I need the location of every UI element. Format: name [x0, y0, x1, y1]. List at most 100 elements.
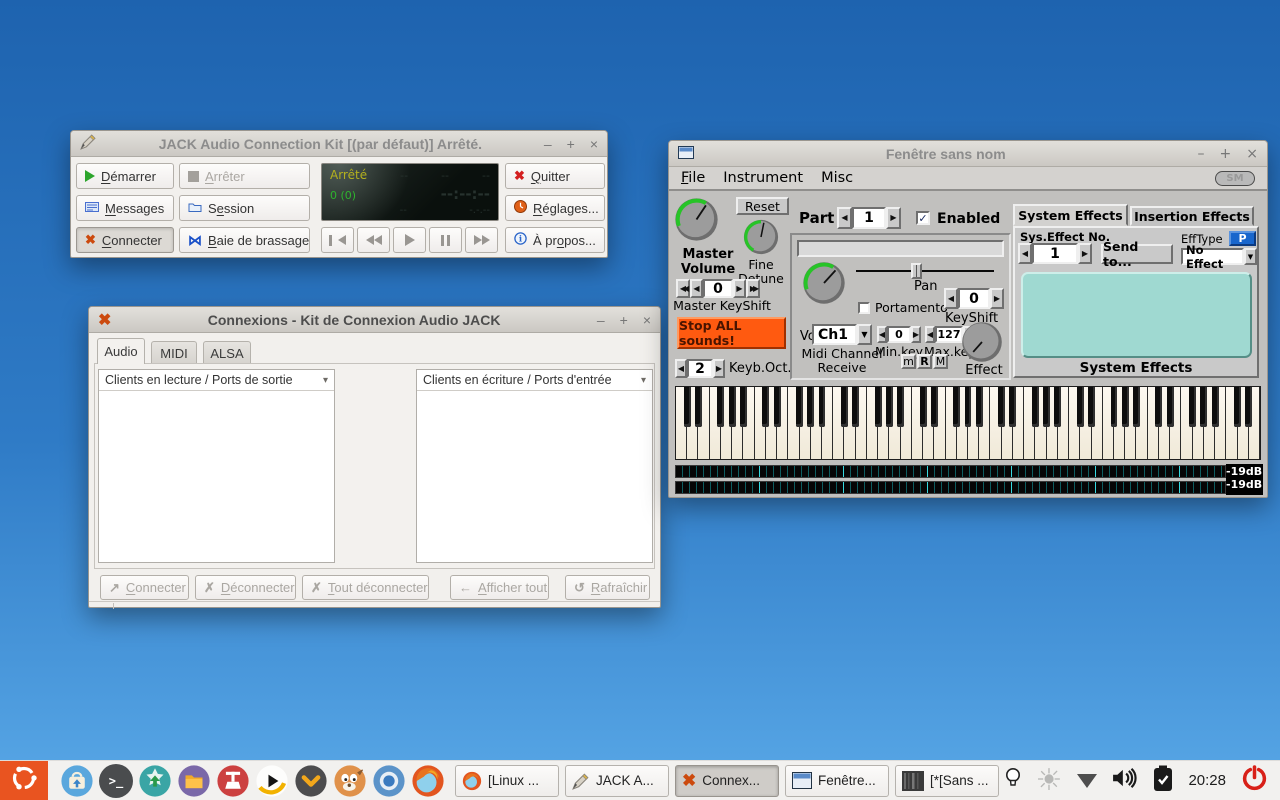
spin-left-button[interactable]: ◀ — [877, 326, 887, 343]
connect-button[interactable]: ✖ Connecter — [76, 227, 174, 253]
connect-ports-button[interactable]: ↗ Connecter — [100, 575, 189, 600]
transport-rewind-start-button[interactable] — [321, 227, 354, 253]
tab-alsa[interactable]: ALSA — [203, 341, 251, 364]
volume-icon[interactable] — [1112, 768, 1138, 793]
power-icon[interactable] — [1241, 765, 1268, 797]
maximize-button[interactable]: + — [1220, 147, 1232, 161]
tab-insertion-effects[interactable]: Insertion Effects — [1130, 206, 1254, 226]
patchbay-button[interactable]: ⋈ Baie de brassage — [179, 227, 310, 253]
effect-type-combo[interactable]: No Effect ▼ — [1181, 248, 1257, 265]
writable-clients-combo[interactable]: Clients en écriture / Ports d'entrée ▾ — [417, 370, 652, 391]
minimize-button[interactable]: – — [597, 313, 605, 327]
network-wifi-icon[interactable] — [1077, 774, 1097, 788]
keyboard-octave-value[interactable]: 2 — [687, 359, 713, 378]
chromium-launcher[interactable] — [372, 764, 406, 798]
writable-clients-list[interactable] — [417, 391, 652, 562]
max-key-set-button[interactable]: M — [933, 354, 948, 369]
readable-clients-combo[interactable]: Clients en lecture / Ports de sortie ▾ — [99, 370, 334, 391]
piano-black-key[interactable] — [931, 387, 938, 427]
spin-left-button[interactable]: ◀ — [1018, 243, 1032, 264]
midi-channel-combo[interactable]: Ch1 ▼ — [812, 324, 872, 345]
sys-effect-no-value[interactable]: 1 — [1032, 243, 1078, 264]
connections-titlebar[interactable]: ✖ Connexions - Kit de Connexion Audio JA… — [89, 307, 660, 333]
spin-right-button[interactable]: ▶ — [733, 279, 746, 298]
piano-black-key[interactable] — [819, 387, 826, 427]
piano-black-key[interactable] — [796, 387, 803, 427]
minimize-button[interactable]: – — [1198, 147, 1205, 161]
piano-black-key[interactable] — [1155, 387, 1162, 427]
piano-black-key[interactable] — [1133, 387, 1140, 427]
piano-black-key[interactable] — [1234, 387, 1241, 427]
quit-button[interactable]: ✖ Quitter — [505, 163, 605, 189]
close-button[interactable]: × — [1246, 147, 1258, 161]
piano-black-key[interactable] — [740, 387, 747, 427]
instrument-name-field[interactable] — [797, 240, 1004, 257]
tab-audio[interactable]: Audio — [97, 338, 145, 364]
piano-black-key[interactable] — [998, 387, 1005, 427]
spin-left-button[interactable]: ◀ — [925, 326, 935, 343]
min-key-set-button[interactable]: m — [901, 354, 916, 369]
piano-black-key[interactable] — [1032, 387, 1039, 427]
close-button[interactable]: × — [643, 313, 651, 327]
disconnect-ports-button[interactable]: ✗ Déconnecter — [195, 575, 296, 600]
spin-right-button[interactable]: ▶ — [990, 288, 1004, 309]
taskbar-window-connections[interactable]: ✖ Connex... — [675, 765, 779, 797]
readable-clients-list[interactable] — [99, 391, 334, 562]
taskbar-window-firefox[interactable]: [Linux ... — [455, 765, 559, 797]
min-key-value[interactable]: 0 — [887, 326, 911, 343]
piano-black-key[interactable] — [1167, 387, 1174, 427]
maximize-button[interactable]: + — [567, 137, 575, 151]
tab-midi[interactable]: MIDI — [151, 341, 197, 364]
clock[interactable]: 20:28 — [1188, 772, 1226, 789]
piano-black-key[interactable] — [886, 387, 893, 427]
spin-left-button[interactable]: ◀ — [837, 207, 852, 229]
piano-black-key[interactable] — [684, 387, 691, 427]
lightbulb-icon[interactable] — [1005, 765, 1021, 796]
piano-black-key[interactable] — [762, 387, 769, 427]
master-volume-knob[interactable] — [673, 196, 720, 247]
piano-black-key[interactable] — [1009, 387, 1016, 427]
part-keyshift-value[interactable]: 0 — [958, 288, 990, 309]
part-enabled-checkbox[interactable]: ✓ — [916, 211, 930, 225]
piano-black-key[interactable] — [729, 387, 736, 427]
piano-black-key[interactable] — [717, 387, 724, 427]
close-button[interactable]: × — [590, 137, 598, 151]
spin-right-button[interactable]: ▶ — [911, 326, 921, 343]
piano-black-key[interactable] — [1054, 387, 1061, 427]
gimp-launcher[interactable] — [333, 764, 367, 798]
piano-black-key[interactable] — [875, 387, 882, 427]
brightness-sun-icon[interactable]: ☀ — [1036, 766, 1063, 796]
terminal-launcher[interactable]: >_ — [99, 764, 133, 798]
spin-right-button[interactable]: ▶ — [713, 359, 725, 378]
piano-black-key[interactable] — [1111, 387, 1118, 427]
max-key-value[interactable]: 127 — [935, 326, 963, 343]
ubuntu-menu-button[interactable] — [0, 761, 48, 800]
piano-black-key[interactable] — [807, 387, 814, 427]
piano-black-key[interactable] — [920, 387, 927, 427]
spin-right-button[interactable]: ▶ — [886, 207, 901, 229]
about-button[interactable]: i À propos... — [505, 227, 605, 253]
part-volume-knob[interactable] — [801, 260, 847, 310]
piano-black-key[interactable] — [953, 387, 960, 427]
piano-black-key[interactable] — [1122, 387, 1129, 427]
send-to-button[interactable]: Send to... — [1101, 244, 1173, 264]
press-tool-launcher[interactable] — [216, 764, 250, 798]
piano-black-key[interactable] — [774, 387, 781, 427]
minimize-button[interactable]: – — [544, 137, 552, 151]
menu-file[interactable]: File — [681, 170, 705, 186]
fine-detune-knob[interactable] — [742, 218, 780, 260]
piano-black-key[interactable] — [1200, 387, 1207, 427]
taskbar-window-editor[interactable]: [*[Sans ... — [895, 765, 999, 797]
piano-black-key[interactable] — [1189, 387, 1196, 427]
spin-left-button[interactable]: ◀ — [690, 279, 703, 298]
piano-black-key[interactable] — [1077, 387, 1084, 427]
reset-button[interactable]: Reset — [736, 197, 789, 215]
part-number-value[interactable]: 1 — [852, 207, 886, 229]
spin-left-button[interactable]: ◀ — [944, 288, 958, 309]
piano-black-key[interactable] — [841, 387, 848, 427]
piano-black-key[interactable] — [897, 387, 904, 427]
chevron-app-launcher[interactable] — [294, 764, 328, 798]
spin-right-fast-button[interactable]: ▶▶ — [746, 279, 760, 298]
menu-instrument[interactable]: Instrument — [723, 170, 803, 186]
pan-slider[interactable] — [856, 263, 994, 279]
